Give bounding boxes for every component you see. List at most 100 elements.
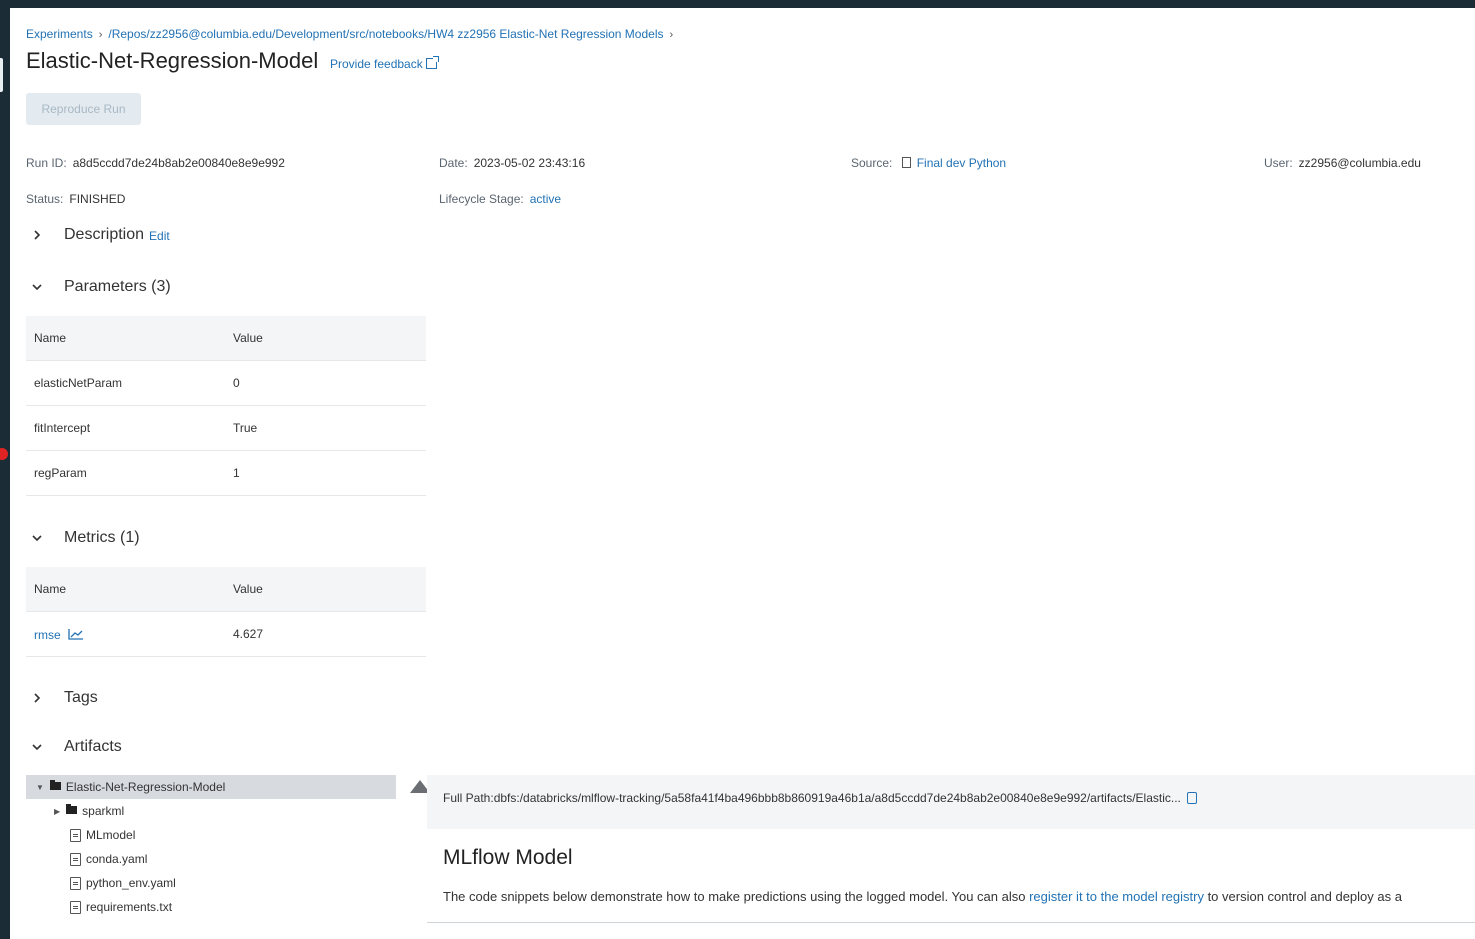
caret-down-icon[interactable]: ▼	[36, 783, 44, 792]
parameters-table: Name Value elasticNetParam 0 fitIntercep…	[26, 316, 426, 496]
source-notebook-link[interactable]: Final dev Python	[917, 156, 1006, 170]
table-row: elasticNetParam 0	[26, 360, 426, 406]
metric-name-cell: rmse	[26, 611, 225, 657]
lifecycle-label: Lifecycle Stage:	[439, 192, 524, 206]
breadcrumb-separator-icon: ›	[98, 29, 103, 41]
tree-item-mlmodel[interactable]: MLmodel	[70, 828, 135, 842]
notification-badge-icon	[0, 448, 8, 460]
param-name: fitIntercept	[26, 405, 225, 451]
table-header-row: Name Value	[26, 567, 426, 612]
table-header-row: Name Value	[26, 316, 426, 361]
breadcrumb-experiment-path-link[interactable]: /Repos/zz2956@columbia.edu/Development/s…	[108, 27, 663, 41]
external-link-icon	[425, 56, 439, 69]
artifact-preview-panel: Full Path:dbfs:/databricks/mlflow-tracki…	[427, 775, 1475, 939]
tags-section-toggle[interactable]: Tags	[28, 689, 98, 707]
provide-feedback-link[interactable]: Provide feedback	[330, 56, 439, 71]
run-id-value: a8d5ccdd7de24b8ab2e00840e8e9e992	[72, 156, 285, 170]
chevron-right-icon	[34, 230, 41, 240]
tree-item-label: requirements.txt	[86, 900, 173, 914]
param-value: True	[225, 405, 426, 451]
artifact-tree: ▼ Elastic-Net-Regression-Model ▶ sparkml…	[26, 775, 430, 939]
chevron-down-icon	[32, 744, 42, 751]
full-path-text: Full Path:dbfs:/databricks/mlflow-tracki…	[443, 790, 1197, 805]
file-icon	[70, 828, 81, 842]
left-sidebar-rail	[0, 0, 10, 939]
metric-value: 4.627	[225, 611, 426, 657]
user-field: User: zz2956@columbia.edu	[1264, 156, 1421, 170]
source-label: Source:	[851, 156, 893, 170]
run-id-label: Run ID:	[26, 156, 67, 170]
tree-item-requirements-txt[interactable]: requirements.txt	[70, 900, 172, 914]
caret-right-icon[interactable]: ▶	[54, 807, 60, 816]
chevron-right-icon	[34, 693, 41, 703]
breadcrumb: Experiments › /Repos/zz2956@columbia.edu/D…	[26, 27, 679, 41]
tree-item-label: python_env.yaml	[86, 876, 176, 890]
notebook-icon	[901, 157, 911, 168]
param-name: elasticNetParam	[26, 360, 225, 406]
reproduce-run-button[interactable]: Reproduce Run	[26, 93, 141, 125]
register-model-link[interactable]: register it to the model registry	[1029, 889, 1204, 904]
full-path-value: Full Path:dbfs:/databricks/mlflow-tracki…	[443, 791, 1181, 805]
file-icon	[70, 900, 81, 914]
table-row: fitIntercept True	[26, 405, 426, 451]
folder-icon	[49, 780, 61, 790]
artifacts-heading: Artifacts	[64, 738, 122, 755]
metric-rmse-link[interactable]: rmse	[34, 628, 61, 642]
run-id-field: Run ID: a8d5ccdd7de24b8ab2e00840e8e9e992	[26, 156, 285, 170]
tree-item-conda-yaml[interactable]: conda.yaml	[70, 852, 147, 866]
tree-item-root[interactable]: ▼ Elastic-Net-Regression-Model	[26, 775, 396, 799]
mlflow-model-description: The code snippets below demonstrate how …	[443, 889, 1402, 904]
description-edit-link[interactable]: Edit	[149, 229, 170, 243]
parameters-heading: Parameters (3)	[64, 278, 171, 295]
mlflow-desc-text-end: to version control and deploy as a	[1203, 889, 1402, 904]
chevron-down-icon	[32, 535, 42, 542]
copy-icon[interactable]	[1186, 792, 1197, 804]
tree-item-sparkml[interactable]: ▶ sparkml	[54, 804, 124, 818]
breadcrumb-experiments-link[interactable]: Experiments	[26, 27, 93, 41]
provide-feedback-label: Provide feedback	[330, 57, 423, 71]
column-header-name[interactable]: Name	[26, 567, 225, 612]
tree-item-label: Elastic-Net-Regression-Model	[65, 780, 226, 794]
table-row: rmse 4.627	[26, 611, 426, 657]
metrics-section-toggle[interactable]: Metrics (1)	[28, 529, 140, 547]
column-header-name[interactable]: Name	[26, 316, 225, 361]
tags-heading: Tags	[64, 689, 98, 706]
mlflow-model-heading: MLflow Model	[443, 846, 573, 869]
description-section-toggle[interactable]: Description Edit	[28, 226, 170, 244]
status-label: Status:	[26, 192, 64, 206]
column-header-value[interactable]: Value	[225, 567, 426, 612]
status-field: Status: FINISHED	[26, 192, 125, 206]
source-field: Source: Final dev Python	[851, 156, 1006, 170]
tree-item-label: MLmodel	[86, 828, 136, 842]
description-heading: Description	[64, 226, 145, 243]
artifacts-section-toggle[interactable]: Artifacts	[28, 738, 122, 756]
lifecycle-value: active	[529, 192, 562, 206]
tree-item-label: sparkml	[82, 804, 125, 818]
mlflow-desc-text: The code snippets below demonstrate how …	[443, 889, 1030, 904]
column-header-value[interactable]: Value	[225, 316, 426, 361]
divider	[427, 922, 1475, 923]
run-details-page: Experiments › /Repos/zz2956@columbia.edu/D…	[10, 8, 1475, 939]
line-chart-icon[interactable]	[68, 628, 84, 640]
date-field: Date: 2023-05-02 23:43:16	[439, 156, 585, 170]
file-icon	[70, 852, 81, 866]
parameters-section-toggle[interactable]: Parameters (3)	[28, 278, 171, 296]
chevron-down-icon	[32, 284, 42, 291]
user-value: zz2956@columbia.edu	[1298, 156, 1421, 170]
breadcrumb-separator-icon: ›	[669, 29, 674, 41]
folder-icon	[66, 804, 78, 814]
param-value: 0	[225, 360, 426, 406]
param-value: 1	[225, 450, 426, 496]
table-row: regParam 1	[26, 450, 426, 496]
date-value: 2023-05-02 23:43:16	[473, 156, 586, 170]
metrics-table: Name Value rmse 4.627	[26, 567, 426, 657]
status-value: FINISHED	[69, 192, 126, 206]
date-label: Date:	[439, 156, 468, 170]
tree-item-python-env-yaml[interactable]: python_env.yaml	[70, 876, 176, 890]
top-window-strip	[0, 0, 1475, 8]
user-label: User:	[1264, 156, 1293, 170]
file-icon	[70, 876, 81, 890]
tree-item-label: conda.yaml	[86, 852, 148, 866]
page-title: Elastic-Net-Regression-Model	[26, 48, 319, 73]
param-name: regParam	[26, 450, 225, 496]
